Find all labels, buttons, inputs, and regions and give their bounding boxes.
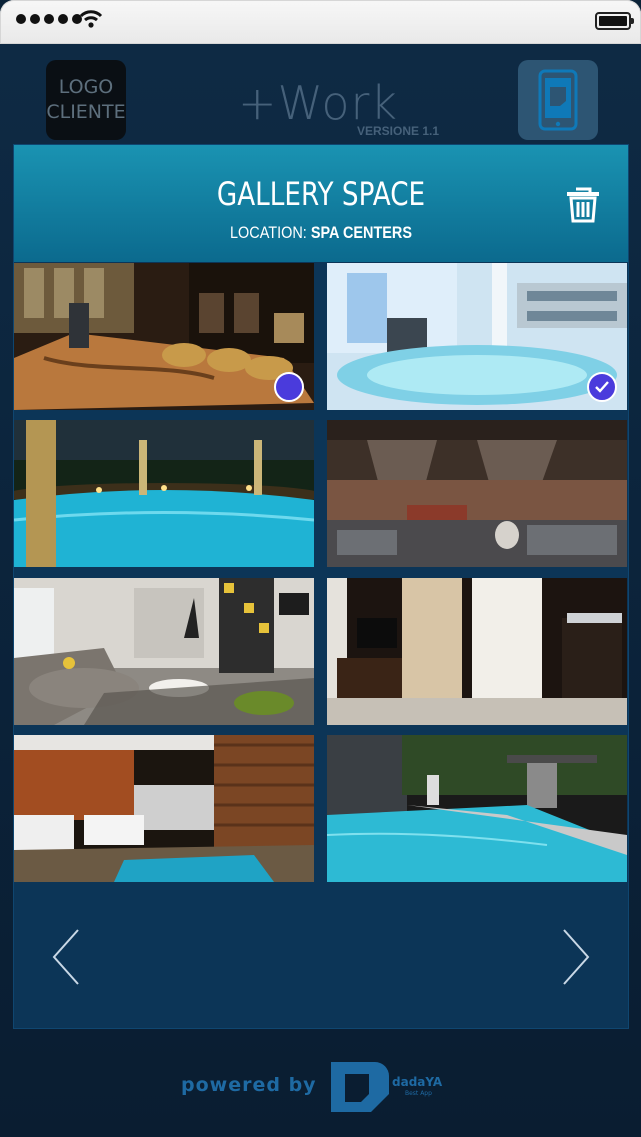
gallery-image[interactable] (327, 735, 627, 882)
location-line: LOCATION: SPA CENTERS (60, 223, 582, 243)
wifi-icon (79, 10, 103, 28)
app-version: VERSIONE 1.1 (357, 124, 440, 138)
app-brand: +Work (238, 76, 399, 130)
powered-by-text: powered by (181, 1074, 317, 1096)
trash-icon[interactable] (562, 183, 604, 225)
location-label: LOCATION: (229, 223, 307, 242)
modal-header: GALLERY SPACE LOCATION: SPA CENTERS (14, 145, 628, 262)
modal-title: GALLERY SPACE (216, 175, 426, 213)
status-bar (0, 0, 641, 44)
signal-dots-icon (16, 14, 82, 24)
gallery-image[interactable] (14, 420, 314, 567)
selected-badge[interactable] (274, 372, 304, 402)
gallery-image[interactable] (14, 263, 314, 410)
gallery-modal: GALLERY SPACE LOCATION: SPA CENTERS (14, 145, 628, 1028)
phone-app-icon[interactable] (518, 60, 598, 140)
location-value: SPA CENTERS (310, 223, 413, 242)
gallery-image[interactable] (14, 735, 314, 882)
gallery-image[interactable] (327, 263, 627, 410)
selected-check-badge[interactable] (587, 372, 617, 402)
dadaya-logo (331, 1062, 389, 1112)
check-icon (595, 381, 609, 393)
chevron-left-icon[interactable] (52, 928, 80, 986)
company-name: dadaYA (392, 1075, 443, 1089)
gallery-image[interactable] (327, 420, 627, 567)
company-subtitle: Best App (405, 1090, 432, 1097)
chevron-right-icon[interactable] (562, 928, 590, 986)
battery-icon (595, 12, 634, 30)
gallery-image[interactable] (14, 578, 314, 725)
client-logo: LOGO CLIENTE (46, 60, 126, 140)
gallery-image[interactable] (327, 578, 627, 725)
